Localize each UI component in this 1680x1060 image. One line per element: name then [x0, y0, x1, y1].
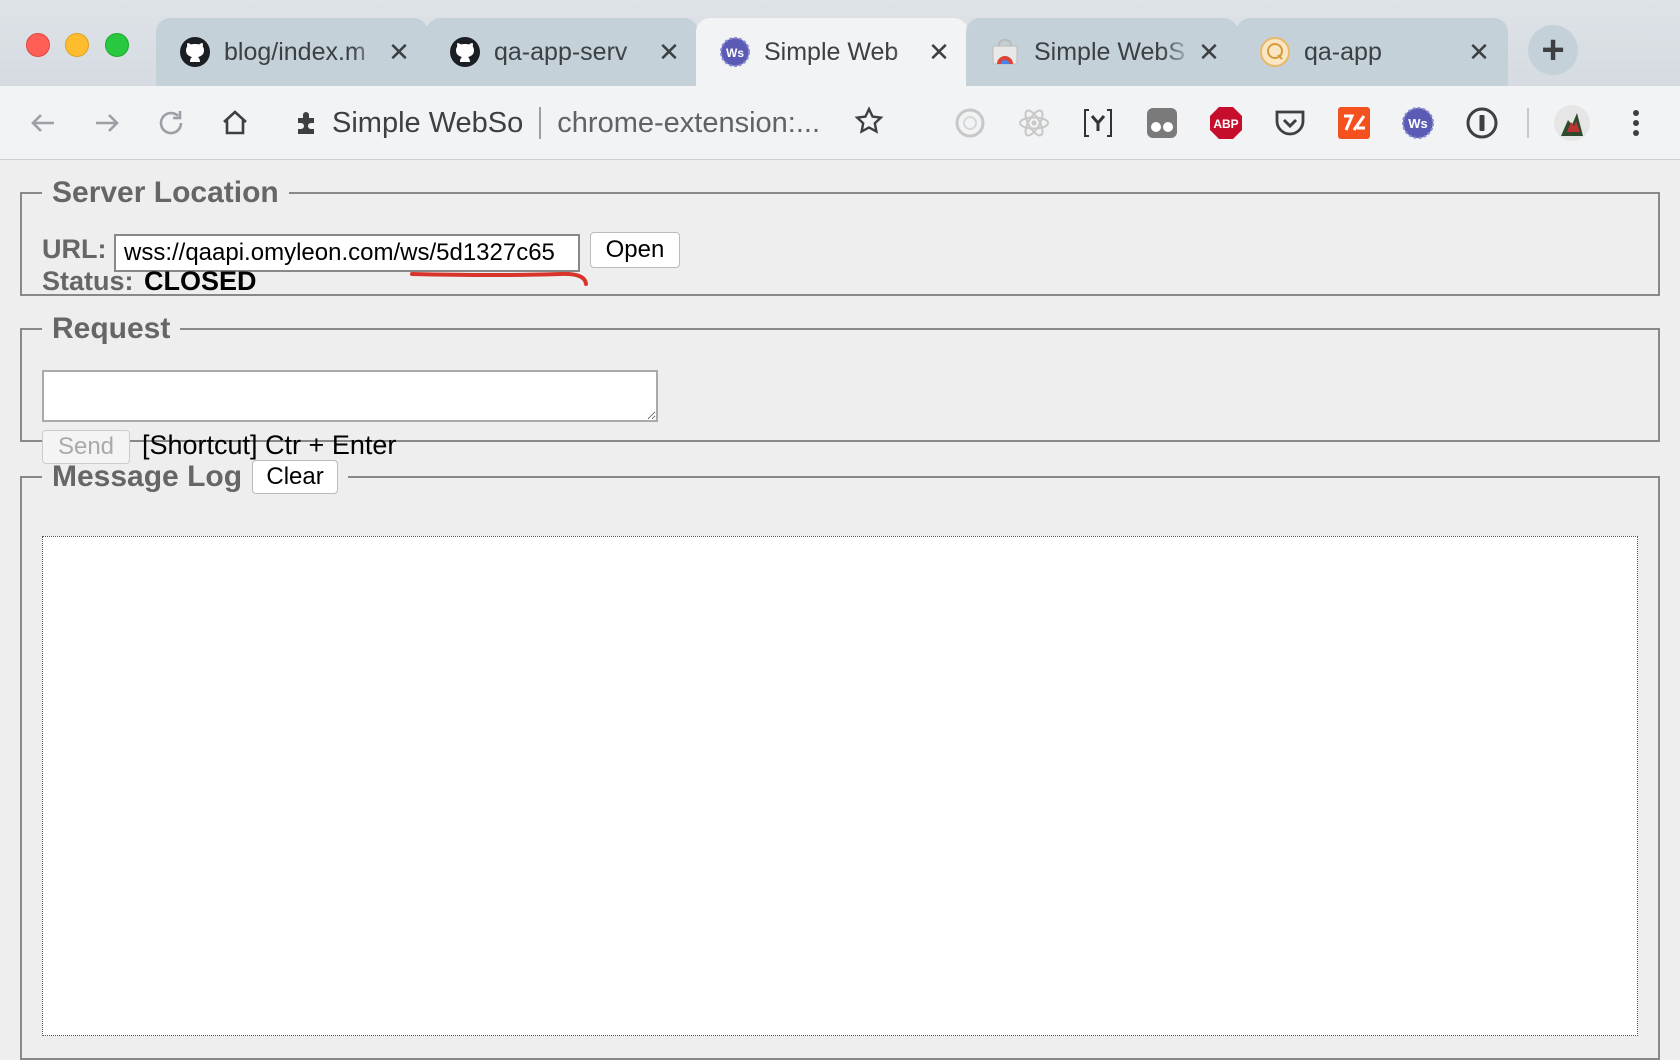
clear-button[interactable]: Clear [252, 460, 339, 494]
extension-icon-1[interactable] [950, 103, 990, 143]
omnibox-separator [539, 107, 542, 139]
home-icon [223, 110, 247, 135]
browser-toolbar: Simple WebSo chrome-extension:... ABP Ws [0, 86, 1680, 160]
minimize-window-button[interactable] [65, 33, 89, 57]
extension-icon-7[interactable] [1334, 103, 1374, 143]
websocket-extension-icon[interactable]: Ws [1398, 103, 1438, 143]
tab-title: blog/index.m [224, 37, 366, 66]
tab-blog-index[interactable]: blog/index.m ✕ [156, 18, 428, 86]
address-url[interactable]: chrome-extension:... [557, 107, 820, 140]
request-section: Request Send [Shortcut] Ctr + Enter [20, 312, 1660, 464]
message-log-area[interactable] [42, 536, 1638, 1036]
arrow-right-icon [96, 114, 119, 132]
close-tab-icon[interactable]: ✕ [384, 37, 414, 67]
chrome-menu-button[interactable] [1616, 103, 1656, 143]
request-textarea[interactable] [42, 370, 658, 422]
tampermonkey-icon[interactable] [1142, 103, 1182, 143]
react-devtools-icon[interactable] [1014, 103, 1054, 143]
tab-qa-app-server[interactable]: qa-app-serv ✕ [426, 18, 698, 86]
1password-icon[interactable] [1462, 103, 1502, 143]
forward-button[interactable] [84, 100, 130, 146]
bookmark-star-icon[interactable] [854, 105, 884, 141]
adblock-plus-icon[interactable]: ABP [1206, 103, 1246, 143]
github-icon [178, 35, 212, 69]
qa-app-icon [1258, 35, 1292, 69]
arrow-left-icon [31, 114, 54, 132]
request-legend: Request [52, 312, 171, 345]
close-window-button[interactable] [26, 33, 50, 57]
annotation-underline [410, 271, 588, 286]
close-tab-icon[interactable]: ✕ [924, 37, 954, 67]
tab-title: Simple Web [764, 37, 899, 66]
status-row: Status: CLOSED [42, 266, 256, 297]
tab-title: qa-app [1304, 37, 1382, 66]
github-icon [448, 35, 482, 69]
svg-text:Ws: Ws [1408, 116, 1428, 131]
site-name: Simple WebSo [332, 106, 524, 139]
page-content: Server Location URL: Open Status: CLOSED… [0, 160, 1680, 1060]
pocket-icon[interactable] [1270, 103, 1310, 143]
message-log-section: Message Log Clear [20, 460, 1660, 1060]
websocket-icon: Ws [718, 35, 752, 69]
message-log-title: Message Log [52, 460, 243, 493]
avatar[interactable] [1552, 103, 1592, 143]
toolbar-divider [1527, 108, 1529, 138]
more-vert-icon [1633, 110, 1639, 136]
close-tab-icon[interactable]: ✕ [1194, 37, 1224, 67]
tab-simple-websocket-active[interactable]: Ws Simple Web ✕ [696, 18, 968, 86]
reload-icon [159, 111, 183, 135]
puzzle-piece-icon [282, 109, 332, 137]
close-tab-icon[interactable]: ✕ [654, 37, 684, 67]
tab-strip: blog/index.m ✕ qa-app-serv ✕ Ws Simple W… [0, 0, 1680, 86]
home-button[interactable] [212, 100, 258, 146]
svg-text:ABP: ABP [1213, 117, 1238, 131]
reload-button[interactable] [148, 100, 194, 146]
open-button[interactable]: Open [590, 232, 680, 268]
url-label: URL: [42, 234, 107, 264]
tab-qa-app[interactable]: qa-app ✕ [1236, 18, 1508, 86]
tab-title: qa-app-serv [494, 37, 628, 66]
omnibox[interactable]: Simple WebSo chrome-extension:... [282, 98, 952, 148]
tab-title: Simple WebS [1034, 37, 1185, 66]
new-tab-button[interactable]: + [1528, 25, 1578, 75]
back-button[interactable] [20, 100, 66, 146]
close-tab-icon[interactable]: ✕ [1464, 37, 1494, 67]
tab-simple-websocket-webstore[interactable]: Simple WebS ✕ [966, 18, 1238, 86]
maximize-window-button[interactable] [105, 33, 129, 57]
status-value: CLOSED [143, 266, 257, 296]
extension-icon-3[interactable] [1078, 103, 1118, 143]
shortcut-hint: [Shortcut] Ctr + Enter [142, 430, 397, 460]
message-log-legend: Message Log Clear [42, 460, 348, 494]
svg-text:Ws: Ws [726, 46, 744, 60]
server-location-section: Server Location URL: Open Status: CLOSED [20, 176, 1660, 296]
status-label: Status: [42, 266, 134, 296]
server-location-legend: Server Location [52, 176, 279, 209]
send-button[interactable]: Send [42, 430, 130, 464]
chrome-webstore-icon [988, 35, 1022, 69]
